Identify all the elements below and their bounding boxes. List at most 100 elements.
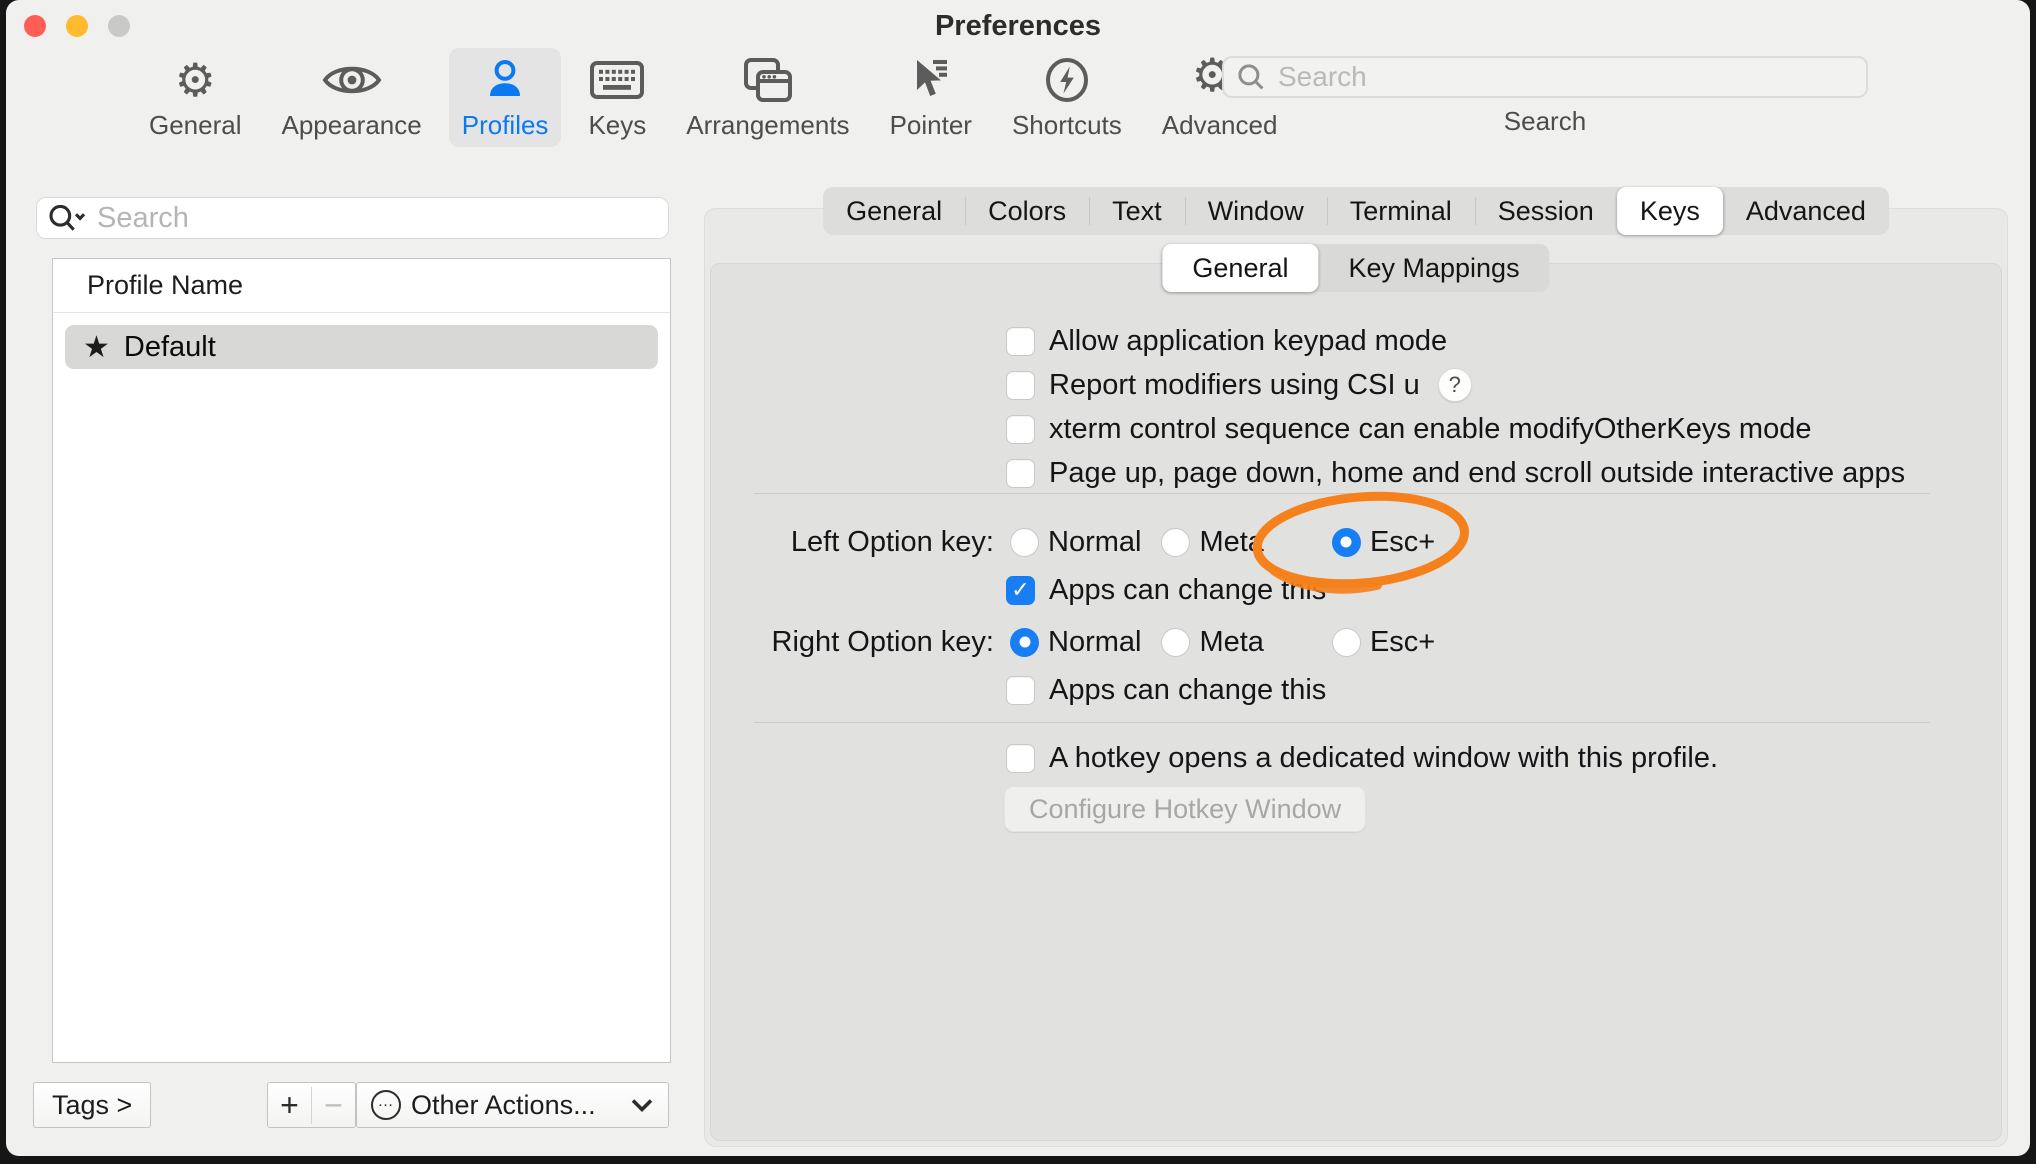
radio-left-meta[interactable]: Meta	[1161, 526, 1263, 559]
checkbox-checked[interactable]: ✓	[1006, 576, 1035, 605]
right-option-key-row: Right Option key: Normal Meta Esc+	[674, 624, 1435, 660]
toolbar-item-pointer[interactable]: Pointer	[877, 48, 985, 147]
preferences-window: Preferences ⚙ General Appearance	[6, 0, 2030, 1156]
remove-profile-button[interactable]: −	[311, 1087, 355, 1124]
toolbar-search-field[interactable]	[1222, 56, 1868, 98]
toolbar: ⚙ General Appearance Profiles	[136, 48, 1290, 147]
toolbar-item-appearance[interactable]: Appearance	[269, 48, 435, 147]
checkbox[interactable]	[1006, 371, 1035, 400]
radio-button[interactable]	[1161, 528, 1190, 557]
gear-icon: ⚙	[175, 54, 216, 106]
radio-button[interactable]	[1010, 528, 1039, 557]
checkbox[interactable]	[1006, 459, 1035, 488]
profile-row-default[interactable]: ★ Default	[65, 325, 658, 369]
section-divider	[754, 722, 1930, 723]
toolbar-label: Keys	[588, 110, 646, 141]
configure-hotkey-label: Configure Hotkey Window	[1029, 794, 1341, 825]
checkbox[interactable]	[1006, 744, 1035, 773]
checkbox-row-keypad[interactable]: Allow application keypad mode	[1006, 323, 1447, 359]
profile-name: Default	[124, 331, 216, 364]
checkbox-row-modifyotherkeys[interactable]: xterm control sequence can enable modify…	[1006, 411, 1811, 447]
checkbox[interactable]	[1006, 327, 1035, 356]
profile-tabs: General Colors Text Window Terminal Sess…	[823, 187, 1889, 235]
radio-button[interactable]	[1161, 628, 1190, 657]
titlebar: Preferences	[6, 0, 2030, 50]
windows-icon	[742, 54, 794, 106]
checkbox-label: xterm control sequence can enable modify…	[1049, 413, 1811, 446]
tags-button-label: Tags >	[52, 1090, 132, 1121]
tab-session[interactable]: Session	[1475, 187, 1617, 235]
profile-list-header: Profile Name	[53, 259, 670, 313]
toolbar-label: Shortcuts	[1012, 110, 1122, 141]
checkbox-label: A hotkey opens a dedicated window with t…	[1049, 742, 1718, 775]
radio-label: Meta	[1199, 626, 1263, 659]
radio-left-normal[interactable]: Normal	[1010, 526, 1141, 559]
left-option-key-row: Left Option key: Normal Meta Esc+	[674, 524, 1435, 560]
left-option-key-label: Left Option key:	[674, 526, 994, 559]
radio-label: Meta	[1199, 526, 1263, 559]
right-apps-can-change-row[interactable]: Apps can change this	[1006, 672, 1326, 708]
radio-left-esc[interactable]: Esc+	[1332, 526, 1435, 559]
toolbar-search-label: Search	[1222, 106, 1868, 137]
radio-label: Esc+	[1370, 626, 1435, 659]
chevron-down-icon	[630, 1097, 654, 1113]
checkbox-label: Report modifiers using CSI u	[1049, 369, 1420, 402]
profile-search-field[interactable]	[36, 197, 669, 239]
right-option-radio-group: Normal Meta Esc+	[1010, 626, 1435, 659]
subtab-key-mappings[interactable]: Key Mappings	[1318, 244, 1549, 292]
radio-button-selected[interactable]	[1332, 528, 1361, 557]
radio-label: Normal	[1048, 526, 1141, 559]
other-actions-label: Other Actions...	[411, 1090, 620, 1121]
radio-right-meta[interactable]: Meta	[1161, 626, 1263, 659]
left-option-radio-group: Normal Meta Esc+	[1010, 526, 1435, 559]
toolbar-item-keys[interactable]: Keys	[575, 48, 659, 147]
radio-right-esc[interactable]: Esc+	[1332, 626, 1435, 659]
tab-text[interactable]: Text	[1089, 187, 1185, 235]
tab-advanced[interactable]: Advanced	[1723, 187, 1889, 235]
toolbar-label: Profiles	[462, 110, 549, 141]
tab-keys[interactable]: Keys	[1617, 187, 1723, 235]
checkbox-row-scroll-outside[interactable]: Page up, page down, home and end scroll …	[1006, 455, 1905, 491]
toolbar-label: Arrangements	[686, 110, 849, 141]
configure-hotkey-window-button[interactable]: Configure Hotkey Window	[1004, 786, 1366, 832]
person-icon	[481, 54, 529, 106]
eye-icon	[321, 54, 383, 106]
hotkey-checkbox-row[interactable]: A hotkey opens a dedicated window with t…	[1006, 740, 1718, 776]
toolbar-item-general[interactable]: ⚙ General	[136, 48, 255, 147]
other-actions-dropdown[interactable]: … Other Actions...	[356, 1082, 669, 1128]
radio-label: Esc+	[1370, 526, 1435, 559]
tab-colors[interactable]: Colors	[965, 187, 1089, 235]
search-icon	[1236, 62, 1266, 92]
checkbox[interactable]	[1006, 676, 1035, 705]
checkbox-row-csi-u[interactable]: Report modifiers using CSI u ?	[1006, 367, 1472, 403]
toolbar-item-arrangements[interactable]: Arrangements	[673, 48, 862, 147]
lightning-icon	[1043, 54, 1091, 106]
toolbar-label: General	[149, 110, 242, 141]
tab-window[interactable]: Window	[1185, 187, 1327, 235]
checkbox-label: Allow application keypad mode	[1049, 325, 1447, 358]
keys-subtabs: General Key Mappings	[1162, 244, 1549, 292]
toolbar-label: Pointer	[890, 110, 972, 141]
keyboard-icon	[589, 54, 645, 106]
help-button[interactable]: ?	[1438, 368, 1472, 402]
tags-button[interactable]: Tags >	[33, 1082, 151, 1128]
profile-search-input[interactable]	[95, 201, 658, 236]
cursor-icon	[907, 54, 955, 106]
checkbox[interactable]	[1006, 415, 1035, 444]
tab-general[interactable]: General	[823, 187, 965, 235]
left-apps-can-change-row[interactable]: ✓ Apps can change this	[1006, 572, 1326, 608]
subtab-general[interactable]: General	[1162, 244, 1318, 292]
radio-button[interactable]	[1332, 628, 1361, 657]
toolbar-search-input[interactable]	[1276, 60, 1854, 94]
checkbox-label: Apps can change this	[1049, 674, 1326, 707]
tab-terminal[interactable]: Terminal	[1327, 187, 1475, 235]
radio-right-normal[interactable]: Normal	[1010, 626, 1141, 659]
add-profile-button[interactable]: +	[268, 1087, 311, 1124]
toolbar-item-shortcuts[interactable]: Shortcuts	[999, 48, 1135, 147]
ellipsis-circle-icon: …	[371, 1090, 401, 1120]
radio-button-selected[interactable]	[1010, 628, 1039, 657]
toolbar-item-profiles[interactable]: Profiles	[449, 48, 562, 147]
radio-label: Normal	[1048, 626, 1141, 659]
checkbox-label: Page up, page down, home and end scroll …	[1049, 457, 1905, 490]
search-menu-icon	[47, 202, 87, 234]
